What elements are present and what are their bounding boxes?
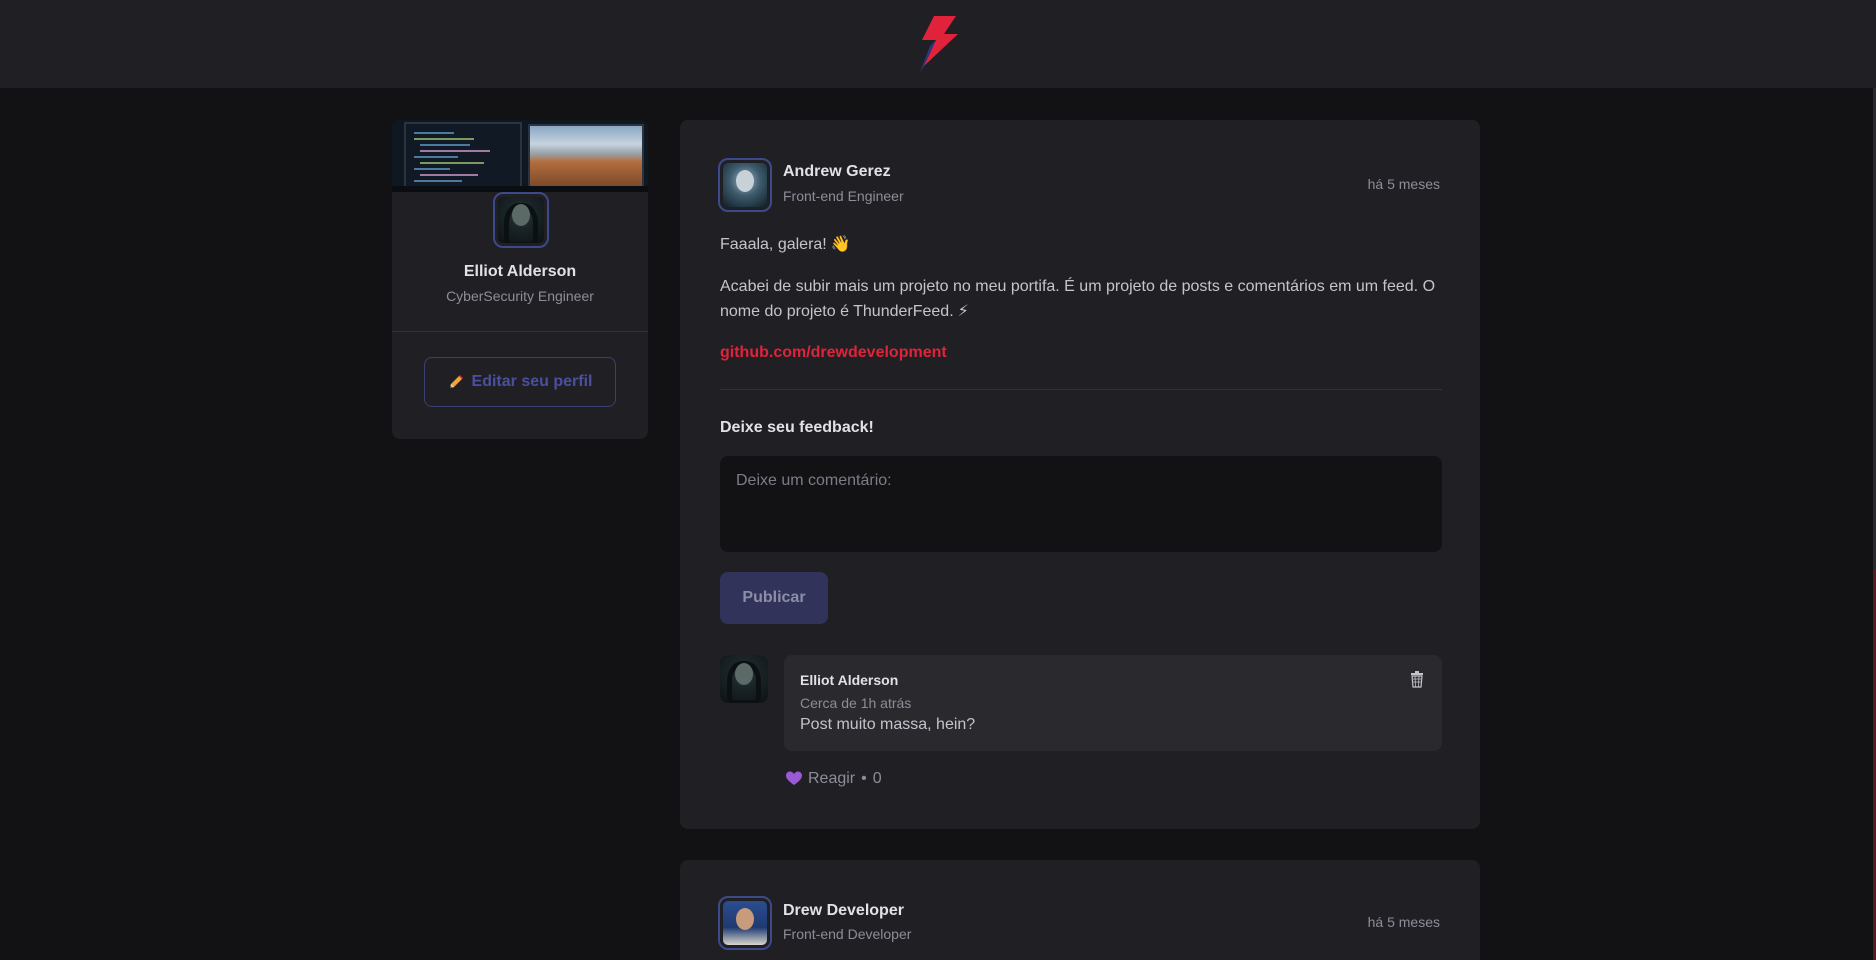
author-avatar[interactable]: [718, 158, 772, 212]
edit-profile-button[interactable]: Editar seu perfil: [424, 357, 616, 407]
comment-time: Cerca de 1h atrás: [800, 695, 912, 711]
post-card: Drew Developer Front-end Developer há 5 …: [680, 860, 1480, 960]
post-body: Acabei de subir mais um projeto no meu p…: [720, 274, 1442, 324]
edit-profile-label: Editar seu perfil: [471, 373, 593, 390]
comment-card: Elliot Alderson Cerca de 1h atrás Post m…: [784, 655, 1442, 751]
post-time: há 5 meses: [1367, 176, 1440, 192]
app-header: [0, 0, 1876, 88]
sidebar-user-role: CyberSecurity Engineer: [446, 288, 594, 304]
purple-heart-icon: [786, 771, 802, 785]
cover-monitor-landscape: [528, 124, 644, 188]
profile-sidebar: Elliot Alderson CyberSecurity Engineer E…: [392, 120, 648, 439]
author-name[interactable]: Drew Developer: [783, 902, 904, 920]
comment-input[interactable]: [720, 456, 1442, 552]
comment-avatar[interactable]: [720, 655, 768, 703]
react-separator: •: [861, 770, 867, 787]
post-divider: [720, 389, 1442, 390]
waving-hand-emoji: 👋: [830, 236, 851, 253]
lightning-emoji: ⚡: [957, 303, 969, 320]
post-time: há 5 meses: [1367, 914, 1440, 930]
thunder-bolt-icon: [920, 16, 958, 72]
post-link[interactable]: github.com/drewdevelopment: [720, 344, 947, 361]
post-link-paragraph: github.com/drewdevelopment: [720, 340, 1442, 365]
sidebar-avatar[interactable]: [493, 192, 549, 248]
feedback-title: Deixe seu feedback!: [720, 419, 874, 436]
author-avatar[interactable]: [718, 896, 772, 950]
post-card: Andrew Gerez Front-end Engineer há 5 mes…: [680, 120, 1480, 829]
trash-icon[interactable]: [1408, 670, 1426, 688]
react-button[interactable]: Reagir • 0: [786, 770, 882, 788]
cover-monitor-code: [404, 122, 522, 192]
pencil-icon: [449, 375, 463, 388]
profile-cover-image: [392, 120, 648, 192]
post-greeting: Faaala, galera! 👋: [720, 232, 1442, 257]
sidebar-user-name: Elliot Alderson: [463, 263, 577, 280]
author-name[interactable]: Andrew Gerez: [783, 163, 891, 181]
author-role: Front-end Developer: [783, 926, 912, 942]
react-count: 0: [872, 770, 882, 787]
react-label: Reagir: [808, 770, 856, 787]
sidebar-divider: [392, 331, 648, 332]
comment-author: Elliot Alderson: [800, 672, 899, 688]
author-role: Front-end Engineer: [783, 188, 904, 204]
comment-text: Post muito massa, hein?: [800, 716, 976, 733]
publish-button[interactable]: Publicar: [720, 572, 828, 624]
